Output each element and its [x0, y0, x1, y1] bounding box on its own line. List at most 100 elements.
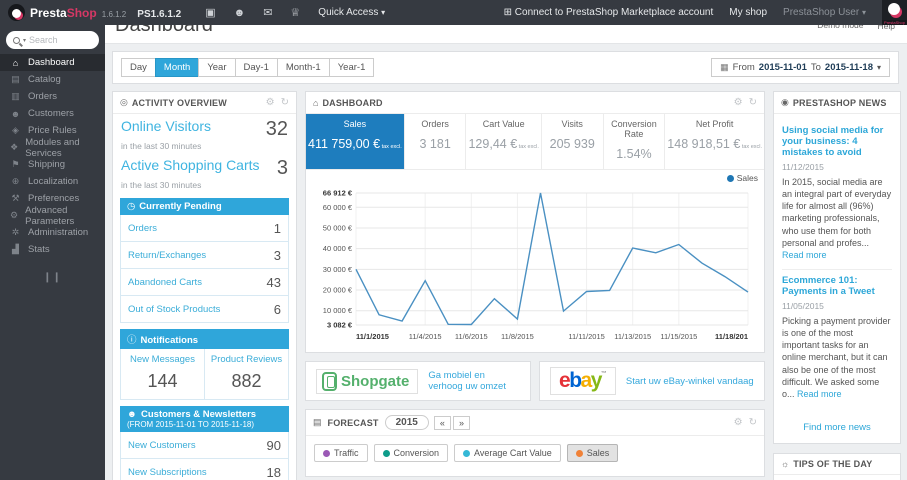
sidebar-item-catalog[interactable]: ▤ Catalog	[0, 71, 105, 88]
activity-panel-title: ACTIVITY OVERVIEW	[131, 97, 227, 108]
notification-label[interactable]: New Messages	[125, 354, 200, 365]
user-menu[interactable]: PrestaShop User ▾	[783, 7, 866, 18]
row-value: 90	[266, 437, 281, 453]
gear-icon[interactable]: ⚙	[734, 417, 743, 428]
svg-text:11/18/201: 11/18/201	[715, 332, 748, 341]
sidebar-item-shipping[interactable]: ⚑ Shipping	[0, 156, 105, 173]
ebay-logo-letter: e	[559, 369, 571, 392]
kpi-cart-value[interactable]: Cart Value 129,44 € tax excl.	[466, 114, 542, 169]
forecast-series-toggle-sales[interactable]: Sales	[566, 444, 619, 462]
table-row[interactable]: New Customers 90	[120, 432, 289, 459]
sidebar-item-localization[interactable]: ⊕ Localization	[0, 173, 105, 190]
shipping-icon: ⚑	[11, 159, 20, 169]
right-column: ◉ PRESTASHOP NEWS Using social media for…	[773, 91, 901, 480]
news-article-title[interactable]: Using social media for your business: 4 …	[782, 125, 892, 158]
row-label-link[interactable]: New Subscriptions	[128, 467, 207, 478]
kpi-orders[interactable]: Orders 3 181	[405, 114, 467, 169]
refresh-icon[interactable]: ↻	[281, 97, 289, 108]
row-value: 18	[266, 464, 281, 480]
user-menu-label: PrestaShop User	[783, 7, 860, 18]
kpi-conversion-rate[interactable]: Conversion Rate 1.54%	[604, 114, 666, 169]
forecast-series-toggle-traffic[interactable]: Traffic	[314, 444, 368, 462]
forecast-prev-button[interactable]: «	[433, 415, 451, 430]
range-button-month-1[interactable]: Month-1	[276, 58, 330, 77]
ebay-card[interactable]: e b a y ™ Start uw eBay-winkel vandaag	[539, 361, 765, 401]
news-article: Ecommerce 101: Payments in a Tweet 11/05/…	[782, 270, 892, 408]
range-button-day-1[interactable]: Day-1	[234, 58, 278, 77]
ebay-logo-letter: y	[590, 369, 603, 392]
mail-icon[interactable]: ✉	[263, 6, 272, 19]
find-more-news-link[interactable]: Find more news	[774, 414, 900, 443]
table-row[interactable]: Return/Exchanges 3	[120, 242, 289, 269]
marketplace-link[interactable]: ⊞ Connect to PrestaShop Marketplace acco…	[504, 7, 714, 18]
chart-legend[interactable]: Sales	[306, 170, 764, 183]
sidebar-item-customers[interactable]: ☻ Customers	[0, 105, 105, 122]
shopgate-link[interactable]: Ga mobiel en verhoog uw omzet	[428, 370, 520, 392]
forecast-year-selector[interactable]: 2015	[384, 415, 429, 430]
row-label-link[interactable]: Abandoned Carts	[128, 277, 202, 288]
sidebar-collapse-toggle[interactable]: ❙❙	[0, 272, 105, 283]
search-scope-caret-icon[interactable]: ▾	[23, 37, 26, 44]
person-icon[interactable]: ☻	[234, 7, 246, 19]
news-article-title[interactable]: Ecommerce 101: Payments in a Tweet	[782, 275, 892, 297]
range-button-day[interactable]: Day	[121, 58, 156, 77]
sidebar-item-stats[interactable]: ▟ Stats	[0, 241, 105, 258]
activity-stat-link[interactable]: Online Visitors	[121, 118, 211, 134]
sidebar-item-modules-and-services[interactable]: ❖ Modules and Services	[0, 137, 105, 159]
read-more-link[interactable]: Read more	[797, 389, 842, 399]
date-range-picker[interactable]: ▦ From 2015-11-01 To 2015-11-18 ▾	[711, 58, 890, 77]
my-shop-link[interactable]: My shop	[729, 7, 767, 18]
range-button-year-1[interactable]: Year-1	[328, 58, 375, 77]
forecast-series-toggle-average-cart-value[interactable]: Average Cart Value	[454, 444, 561, 462]
avatar[interactable]: PrestaShop	[882, 0, 907, 25]
ebay-link[interactable]: Start uw eBay-winkel vandaag	[626, 376, 754, 387]
row-value: 43	[266, 274, 281, 290]
brand[interactable]: PrestaShop 1.6.1.2 PS1.6.1.2	[0, 4, 189, 21]
row-label-link[interactable]: Out of Stock Products	[128, 304, 220, 315]
dashboard-panel-header: ⌂ DASHBOARD ⚙ ↻	[306, 92, 764, 114]
news-article-excerpt: Picking a payment provider is one of the…	[782, 315, 891, 399]
sidebar-item-advanced-parameters[interactable]: ⚙ Advanced Parameters	[0, 205, 105, 227]
read-more-link[interactable]: Read more	[782, 250, 827, 260]
table-row[interactable]: Orders 1	[120, 215, 289, 242]
gear-icon[interactable]: ⚙	[734, 97, 743, 108]
svg-text:3 082 €: 3 082 €	[327, 321, 353, 330]
refresh-icon[interactable]: ↻	[749, 97, 757, 108]
notification-cell[interactable]: Product Reviews 882	[204, 349, 288, 399]
forecast-next-button[interactable]: »	[452, 415, 470, 430]
sidebar-item-label: Preferences	[28, 193, 80, 204]
kpi-sales[interactable]: Sales 411 759,00 € tax excl.	[306, 114, 405, 169]
trophy-icon[interactable]: ♕	[290, 6, 300, 19]
refresh-icon[interactable]: ↻	[749, 417, 757, 428]
gear-icon[interactable]: ⚙	[266, 97, 275, 108]
cart-icon[interactable]: ▣	[205, 6, 215, 19]
notifications-title: Notifications	[140, 335, 199, 346]
kpi-visits[interactable]: Visits 205 939	[542, 114, 604, 169]
quick-access-menu[interactable]: Quick Access ▾	[318, 7, 385, 18]
sidebar-item-orders[interactable]: ▥ Orders	[0, 88, 105, 105]
range-button-year[interactable]: Year	[198, 58, 236, 77]
sidebar-item-dashboard[interactable]: ⌂ Dashboard	[0, 54, 105, 71]
ebay-trademark: ™	[600, 371, 607, 377]
notification-cell[interactable]: New Messages 144	[121, 349, 204, 399]
sidebar-search[interactable]: ▾	[6, 31, 99, 49]
table-row[interactable]: Out of Stock Products 6	[120, 296, 289, 323]
range-button-month[interactable]: Month	[154, 58, 200, 77]
svg-text:11/13/2015: 11/13/2015	[614, 332, 651, 341]
sidebar-item-administration[interactable]: ✲ Administration	[0, 224, 105, 241]
kpi-label: Conversion Rate	[611, 119, 657, 139]
topbar-notification-icons: ▣ ☻ ✉ ♕	[205, 6, 300, 20]
activity-stat-link[interactable]: Active Shopping Carts	[121, 157, 260, 173]
table-row[interactable]: Abandoned Carts 43	[120, 269, 289, 296]
brand-ps-version: PS1.6.1.2	[137, 8, 182, 20]
row-label-link[interactable]: Return/Exchanges	[128, 250, 206, 261]
table-row[interactable]: New Subscriptions 18	[120, 459, 289, 480]
row-label-link[interactable]: New Customers	[128, 440, 196, 451]
kpi-net-profit[interactable]: Net Profit 148 918,51 € tax excl.	[665, 114, 764, 169]
row-label-link[interactable]: Orders	[128, 223, 157, 234]
search-input[interactable]	[29, 35, 92, 45]
shopgate-card[interactable]: Shopgate Ga mobiel en verhoog uw omzet	[305, 361, 531, 401]
forecast-series-toggle-conversion[interactable]: Conversion	[373, 444, 449, 462]
sales-chart: 3 082 € 10 000 € 20 000 € 30 000 € 40 000 € 5…	[323, 189, 749, 341]
notification-label[interactable]: Product Reviews	[209, 354, 284, 365]
